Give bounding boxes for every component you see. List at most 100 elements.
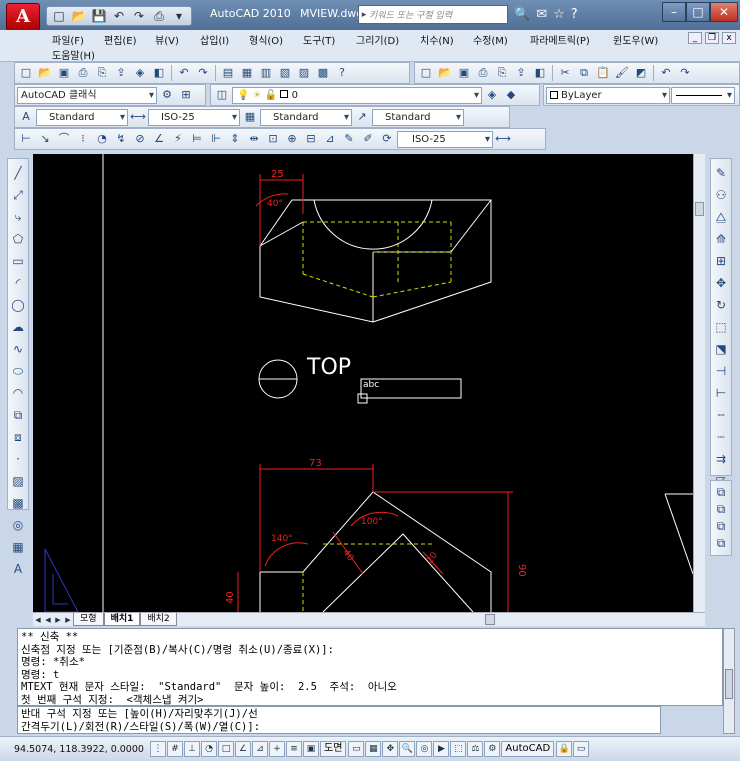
offset-icon[interactable]: ⟰ [712, 228, 730, 250]
copy-object-icon[interactable]: ⚇ [712, 184, 730, 206]
menu-insert[interactable]: 삽입(I) [200, 32, 229, 47]
new-icon[interactable]: □ [50, 8, 68, 24]
calculator-icon[interactable]: ▩ [314, 64, 332, 82]
menu-help[interactable]: 도움말(H) [52, 47, 95, 62]
search-expand-icon[interactable]: ▸ [359, 10, 369, 20]
ellipse-icon[interactable]: ⬭ [9, 360, 27, 382]
linear-dim-icon[interactable]: ⊢ [17, 130, 35, 148]
table-icon[interactable]: ▦ [9, 536, 27, 558]
undo-icon[interactable]: ↶ [175, 64, 193, 82]
make-block-icon[interactable]: ⧈ [9, 426, 27, 448]
favorites-star-icon[interactable]: ☆ [553, 7, 565, 22]
line-icon[interactable]: ╱ [9, 162, 27, 184]
minimize-button[interactable]: – [662, 2, 686, 22]
open-icon[interactable]: 📂 [36, 64, 54, 82]
print-icon[interactable]: ⎙ [74, 64, 92, 82]
binoculars-icon[interactable]: 🔍 [514, 7, 530, 22]
help-icon[interactable]: ? [333, 64, 351, 82]
array-icon[interactable]: ⊞ [712, 250, 730, 272]
tab-last-icon[interactable]: ▶ [63, 616, 73, 624]
copy-icon[interactable]: ⧉ [575, 64, 593, 82]
communication-icon[interactable]: ✉ [536, 7, 547, 22]
rectangle-icon[interactable]: ▭ [9, 250, 27, 272]
multileader-style-icon[interactable]: ↗ [353, 108, 371, 126]
maximize-button[interactable]: □ [686, 2, 710, 22]
ordinate-icon[interactable]: ⁝ [74, 130, 92, 148]
hatch-icon[interactable]: ▨ [9, 470, 27, 492]
make-layer-current-icon[interactable]: ◈ [483, 86, 501, 104]
tab-layout2[interactable]: 배치2 [140, 613, 177, 626]
menu-dimension[interactable]: 치수(N) [420, 32, 454, 47]
workspace-switch-icon[interactable]: ⚙ [484, 741, 501, 757]
coordinate-display[interactable]: 94.5074, 118.3922, 0.0000 [0, 744, 150, 755]
layer-dropdown[interactable]: 💡 ☀ 🔓 0 [232, 86, 482, 104]
menu-draw[interactable]: 그리기(D) [356, 32, 399, 47]
tab-next-icon[interactable]: ▶ [53, 616, 63, 624]
match-properties-icon[interactable]: 🖌 [613, 64, 631, 82]
send-under-icon[interactable]: ⧉ [712, 535, 730, 552]
steering-wheel-icon[interactable]: ◎ [416, 741, 433, 757]
revision-cloud-icon[interactable]: ☁ [9, 316, 27, 338]
layer-properties-icon[interactable]: ◫ [213, 86, 231, 104]
maximize-viewport-icon[interactable]: ⬚ [450, 741, 467, 757]
command-scrollbar[interactable] [723, 628, 735, 734]
angular-icon[interactable]: ∠ [150, 130, 168, 148]
workspace-label[interactable]: AutoCAD [501, 741, 555, 757]
quick-dim-icon[interactable]: ⚡ [169, 130, 187, 148]
clean-screen-icon[interactable]: ▭ [573, 741, 590, 757]
qat-dropdown-icon[interactable]: ▾ [170, 8, 188, 24]
otrack-icon[interactable]: ∠ [235, 741, 251, 757]
undo-icon[interactable]: ↶ [110, 8, 128, 24]
dim-edit-icon[interactable]: ✎ [340, 130, 358, 148]
quick-view-icon[interactable]: ▦ [365, 741, 382, 757]
ducs-icon[interactable]: ⊿ [252, 741, 268, 757]
publish-3d-icon[interactable]: ◧ [531, 64, 549, 82]
table-style-dropdown[interactable]: Standard [260, 108, 352, 126]
markup-icon[interactable]: ▨ [295, 64, 313, 82]
color-dropdown[interactable]: ByLayer [546, 86, 670, 104]
save-icon[interactable]: ▣ [455, 64, 473, 82]
trim-icon[interactable]: ⊣ [712, 360, 730, 382]
pan-icon[interactable]: ✥ [382, 741, 399, 757]
construction-line-icon[interactable]: ⤢ [9, 184, 27, 206]
radius-icon[interactable]: ◔ [93, 130, 111, 148]
new-icon[interactable]: □ [17, 64, 35, 82]
menu-file[interactable]: 파일(F) [52, 32, 84, 47]
ellipse-arc-icon[interactable]: ◠ [9, 382, 27, 404]
workspace-dropdown[interactable]: AutoCAD 클래식 [17, 86, 157, 104]
baseline-icon[interactable]: ⊨ [188, 130, 206, 148]
search-box[interactable]: ▸ 키워드 또는 구절 입력 [358, 5, 508, 24]
gradient-icon[interactable]: ▩ [9, 492, 27, 514]
sheet-set-icon[interactable]: ▧ [276, 64, 294, 82]
paper-model-toggle[interactable]: 도면 [320, 741, 347, 757]
print-preview-icon[interactable]: ⎘ [93, 64, 111, 82]
layout-icon[interactable]: ▭ [348, 741, 365, 757]
polyline-icon[interactable]: ⤷ [9, 206, 27, 228]
dim-break-icon[interactable]: ⇹ [245, 130, 263, 148]
diameter-icon[interactable]: ⊘ [131, 130, 149, 148]
tab-layout1[interactable]: 배치1 [103, 613, 141, 626]
redo-icon[interactable]: ↷ [130, 8, 148, 24]
dim-style-manager-icon[interactable]: ⟷ [494, 130, 512, 148]
menu-parametric[interactable]: 파라메트릭(P) [530, 32, 590, 47]
command-scroll-thumb[interactable] [725, 669, 733, 699]
grid-icon[interactable]: # [167, 741, 183, 757]
workspace-save-icon[interactable]: ⊞ [177, 86, 195, 104]
tab-first-icon[interactable]: ◀ [33, 616, 43, 624]
drawing-minimize-button[interactable]: _ [688, 32, 702, 44]
dim-style-dropdown-2[interactable]: ISO-25 [397, 130, 493, 148]
horizontal-scroll-thumb[interactable] [485, 614, 495, 625]
aligned-dim-icon[interactable]: ↘ [36, 130, 54, 148]
snap-icon[interactable]: ⋮ [150, 741, 166, 757]
bring-above-icon[interactable]: ⧉ [712, 518, 730, 535]
command-input[interactable]: 반대 구석 지정 또는 [높이(H)/자리맞추기(J)/선 간격두기(L)/회전(… [17, 706, 661, 734]
redo-icon[interactable]: ↷ [194, 64, 212, 82]
dim-style-dropdown[interactable]: ISO-25 [148, 108, 240, 126]
multileader-style-dropdown[interactable]: Standard [372, 108, 464, 126]
ortho-icon[interactable]: ⊥ [184, 741, 200, 757]
menu-edit[interactable]: 편집(E) [104, 32, 137, 47]
properties-icon[interactable]: ▤ [219, 64, 237, 82]
open-icon[interactable]: 📂 [436, 64, 454, 82]
publish-3d-icon[interactable]: ◧ [150, 64, 168, 82]
multiline-text-icon[interactable]: A [9, 558, 27, 580]
